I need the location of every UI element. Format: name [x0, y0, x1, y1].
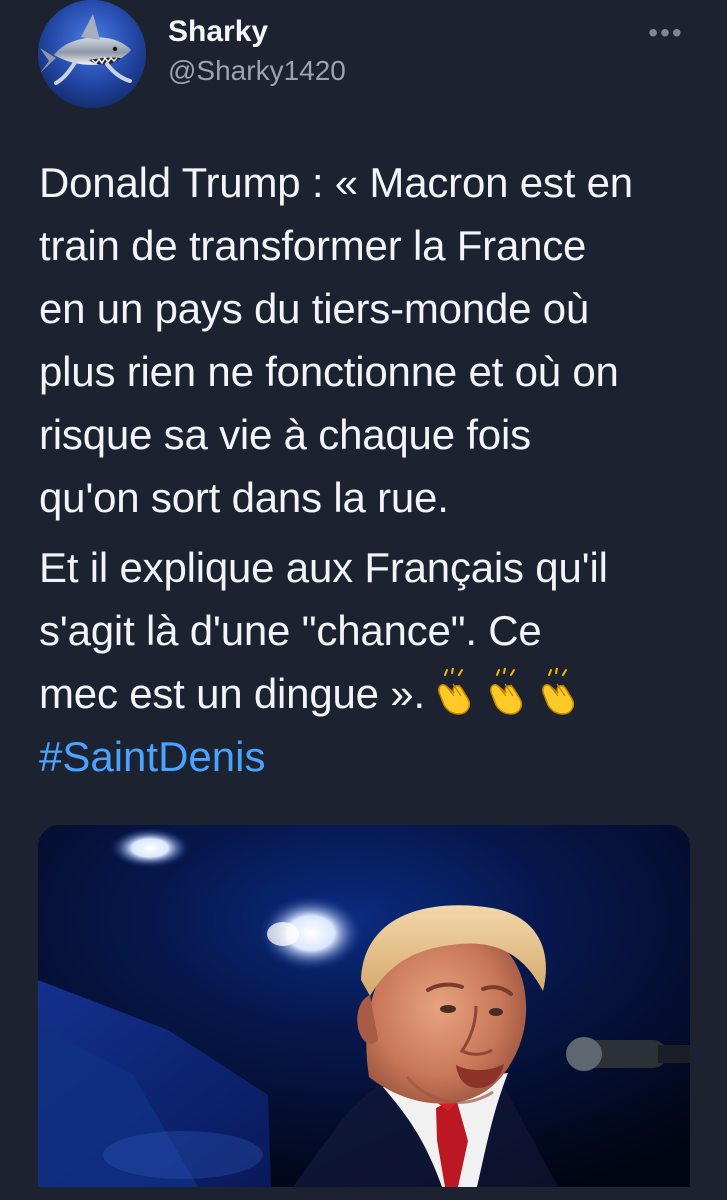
- tweet-header: Sharky @Sharky1420 •••: [38, 0, 690, 110]
- clapping-hands-icon: [429, 667, 477, 716]
- tweet-paragraph-1: Donald Trump : « Macron est en train de …: [39, 159, 633, 521]
- tweet-photo[interactable]: [38, 825, 690, 1187]
- tweet-text: Donald Trump : « Macron est en train de …: [39, 151, 689, 788]
- user-handle[interactable]: @Sharky1420: [168, 53, 346, 89]
- tweet-photo-image: [38, 825, 690, 1187]
- more-options-button[interactable]: •••: [642, 18, 690, 48]
- clapping-hands-icon: [533, 667, 581, 716]
- clapping-hands-icon: [481, 667, 529, 716]
- display-name[interactable]: Sharky: [168, 13, 268, 51]
- tweet-card: Sharky @Sharky1420 ••• Donald Trump : « …: [0, 0, 727, 1200]
- hashtag-link[interactable]: #SaintDenis: [39, 725, 689, 788]
- tweet-paragraph-2: Et il explique aux Français qu'il s'agit…: [39, 536, 689, 725]
- more-options-icon: •••: [648, 17, 684, 48]
- avatar[interactable]: [38, 0, 146, 108]
- shark-avatar-icon: [38, 0, 146, 108]
